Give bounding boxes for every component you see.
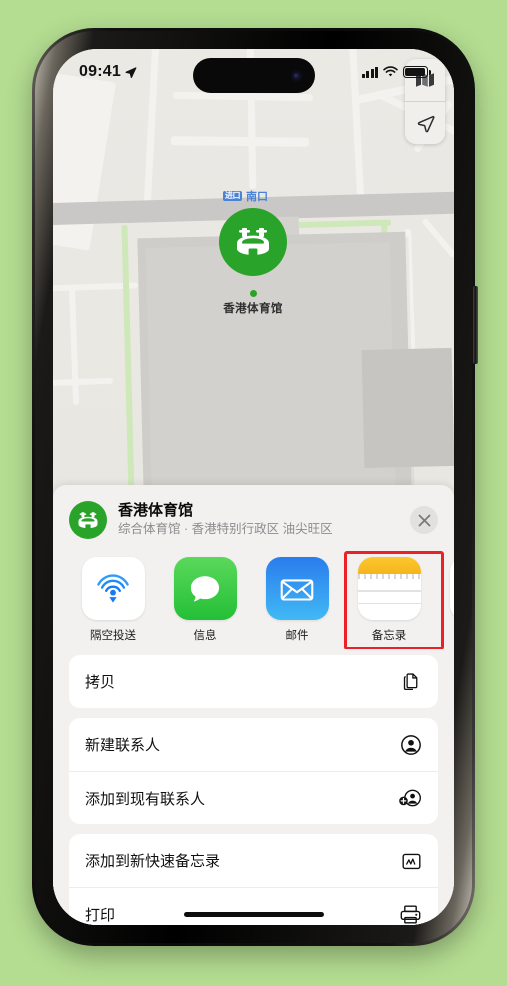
share-target-airdrop[interactable]: 隔空投送 [75,557,151,643]
map-entrance-label: 进口 南口 [223,188,268,204]
place-avatar [69,501,107,539]
action-row-copy[interactable]: 拷贝 [69,655,438,708]
add-to-contact-icon [398,787,422,809]
close-icon [418,514,430,526]
share-action-list: 拷贝 新建联系人 添加到现有联系人 添加到新快速备忘录 打印 [53,649,454,925]
notes-icon [357,557,421,620]
close-button[interactable] [410,506,438,534]
copy-icon [401,671,422,692]
place-title: 香港体育馆 [118,501,194,519]
navigation-arrow-icon [417,115,435,132]
power-button[interactable] [473,286,478,364]
action-group: 新建联系人 添加到现有联系人 [69,718,438,824]
home-indicator[interactable] [183,912,324,917]
airdrop-icon [81,557,145,620]
share-target-label: 提醒事项 [443,627,454,643]
stadium-icon [78,511,98,529]
battery-full-icon [403,66,431,78]
action-row-new-contact[interactable]: 新建联系人 [69,718,438,771]
front-camera-icon [290,70,302,81]
share-target-label: 隔空投送 [90,630,136,642]
map-pin-anchor-dot [249,290,257,297]
phone-frame: 进口 南口 香港体育馆 09:41 香港体育馆 综合体育馆 · 香港特别行政区 … [32,28,475,946]
reminders-icon [449,557,454,620]
map-building-side [361,347,454,469]
share-target-reminders[interactable]: 提醒事项 [443,557,454,643]
status-bar-time-group: 09:41 [79,63,137,81]
place-subtitle: 综合体育馆 · 香港特别行政区 油尖旺区 [118,522,333,537]
location-arrow-icon [125,66,137,78]
share-target-label: 信息 [193,630,217,642]
share-app-row[interactable]: 隔空投送 信息 邮件 备忘录 [53,549,454,649]
share-target-mail[interactable]: 邮件 [259,557,335,643]
map-pin-label: 香港体育馆 [223,303,283,315]
entrance-badge: 进口 [223,191,242,201]
entrance-label-text: 南口 [246,191,268,203]
action-row-quick-note[interactable]: 添加到新快速备忘录 [69,834,438,887]
action-group: 拷贝 [69,655,438,708]
screenshot-stage: 进口 南口 香港体育馆 09:41 香港体育馆 综合体育馆 · 香港特别行政区 … [0,0,507,986]
status-bar-time: 09:41 [79,63,121,80]
share-sheet: 香港体育馆 综合体育馆 · 香港特别行政区 油尖旺区 隔空投送 信息 邮件 备忘… [53,485,454,925]
action-row-print[interactable]: 打印 [69,887,438,925]
map-road [170,136,310,147]
mail-icon [265,557,329,620]
map-pin-bubble[interactable] [219,208,287,276]
share-target-messages[interactable]: 信息 [167,557,243,643]
cellular-bars-icon [361,66,378,78]
map-pin[interactable]: 香港体育馆 [153,208,353,316]
place-text: 香港体育馆 综合体育馆 · 香港特别行政区 油尖旺区 [118,502,410,539]
share-target-label: 邮件 [285,630,309,642]
new-contact-icon [400,734,422,756]
action-label: 添加到现有联系人 [85,790,206,808]
status-bar-indicators [361,66,431,78]
action-row-add-existing-contact[interactable]: 添加到现有联系人 [69,771,438,824]
messages-icon [173,557,237,620]
share-target-notes[interactable]: 备忘录 [344,551,444,649]
share-target-label: 备忘录 [371,630,407,642]
share-sheet-header: 香港体育馆 综合体育馆 · 香港特别行政区 油尖旺区 [53,485,454,549]
action-label: 拷贝 [85,674,116,691]
action-label: 打印 [85,906,116,924]
dynamic-island [192,58,315,93]
quick-note-icon [401,851,422,871]
wifi-icon [383,66,398,77]
phone-screen: 进口 南口 香港体育馆 09:41 香港体育馆 综合体育馆 · 香港特别行政区 … [53,49,454,925]
action-label: 添加到新快速备忘录 [85,853,221,870]
action-label: 新建联系人 [85,737,161,754]
locate-me-button[interactable] [405,102,445,144]
print-icon [399,904,422,925]
stadium-icon [237,228,269,257]
